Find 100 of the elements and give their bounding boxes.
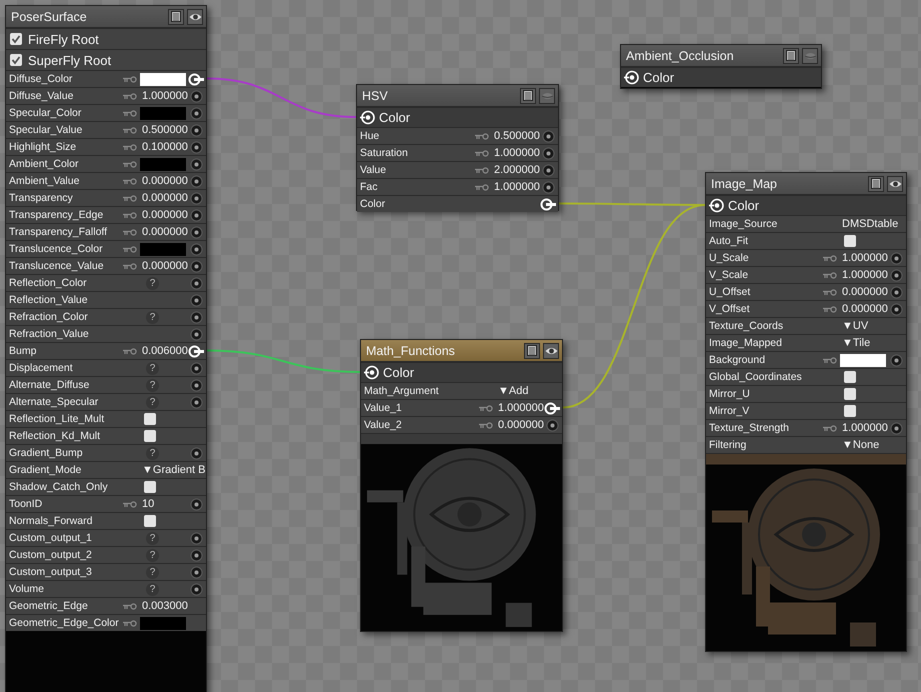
socket-icon[interactable] <box>188 124 204 136</box>
socket-icon[interactable] <box>188 378 204 392</box>
socket-icon[interactable] <box>188 294 204 306</box>
color-swatch[interactable] <box>140 616 186 630</box>
node-panel[interactable]: Math_Functions Color Math_Argument ▼Add Value_1 1.000000 Value_2 0.000000 <box>360 339 563 632</box>
socket-icon[interactable] <box>188 362 204 374</box>
checkbox[interactable] <box>10 54 22 66</box>
dropdown[interactable]: ▼None <box>840 439 880 451</box>
parameter-value[interactable]: 0.000000 <box>840 286 888 298</box>
parameter-value[interactable]: 1.000000 <box>840 422 888 434</box>
node-panel[interactable] <box>705 172 907 652</box>
socket-icon[interactable] <box>540 146 556 160</box>
node-panel[interactable]: HSV Color Hue 0.500000 Saturation 1.000000 Value 2.000000 Fac 1.000000 Color <box>356 84 559 211</box>
target-icon[interactable] <box>624 70 639 85</box>
parameter-value[interactable]: 0.000000 <box>140 226 188 238</box>
socket-icon[interactable] <box>188 396 204 408</box>
node-header[interactable]: HSV <box>357 85 558 107</box>
checkbox[interactable] <box>144 430 156 442</box>
socket-icon[interactable] <box>544 402 560 414</box>
preview-toggle[interactable] <box>539 88 555 104</box>
options-button[interactable] <box>524 342 540 358</box>
menu-icon[interactable] <box>523 90 533 101</box>
parameter-value[interactable]: 1.000000 <box>492 181 540 193</box>
socket-icon[interactable] <box>544 418 560 432</box>
parameter-value[interactable]: 0.500000 <box>140 124 188 136</box>
parameter-value[interactable]: 0.000000 <box>140 192 188 204</box>
socket-icon[interactable] <box>188 192 204 204</box>
checkbox[interactable] <box>844 405 856 417</box>
socket-icon[interactable] <box>188 328 204 340</box>
color-swatch[interactable] <box>140 158 186 170</box>
socket-icon[interactable] <box>188 208 204 222</box>
socket-icon[interactable] <box>188 582 204 596</box>
dropdown[interactable]: ▼Gradient B <box>140 464 206 476</box>
checkbox[interactable] <box>844 235 856 247</box>
dropdown[interactable]: ▼Tile <box>840 337 870 349</box>
socket-icon[interactable] <box>540 180 556 194</box>
socket-icon[interactable] <box>540 164 556 176</box>
menu-icon[interactable] <box>871 178 881 189</box>
parameter-value[interactable]: 10 <box>140 498 154 510</box>
color-swatch[interactable] <box>140 242 186 256</box>
color-swatch[interactable] <box>140 106 186 120</box>
socket-icon[interactable] <box>188 260 204 272</box>
socket-icon[interactable] <box>188 344 204 358</box>
preview-toggle[interactable] <box>187 8 203 24</box>
dropdown[interactable]: ▼UV <box>840 320 868 332</box>
options-button[interactable] <box>168 8 184 24</box>
node-header[interactable]: Image_Map <box>706 173 906 195</box>
menu-icon[interactable] <box>786 50 796 61</box>
socket-icon[interactable] <box>188 140 204 154</box>
options-button[interactable] <box>520 88 536 104</box>
parameter-value[interactable]: 1.000000 <box>140 90 188 102</box>
socket-icon[interactable] <box>888 422 904 434</box>
socket-icon[interactable] <box>188 532 204 544</box>
eye-icon[interactable] <box>888 178 902 188</box>
socket-icon[interactable] <box>540 130 556 142</box>
color-swatch[interactable] <box>140 72 186 86</box>
checkbox[interactable] <box>144 413 156 425</box>
checkbox[interactable] <box>10 33 22 45</box>
socket-icon[interactable] <box>188 174 204 188</box>
socket-icon[interactable] <box>188 158 204 170</box>
parameter-value[interactable]: 0.500000 <box>492 130 540 142</box>
socket-icon[interactable] <box>188 106 204 120</box>
node-header[interactable]: Math_Functions <box>361 340 562 362</box>
parameter-value[interactable]: 0.000000 <box>840 303 888 315</box>
socket-icon[interactable] <box>188 226 204 238</box>
target-icon[interactable] <box>364 365 379 380</box>
checkbox[interactable] <box>844 388 856 400</box>
node-header[interactable]: PoserSurface <box>6 6 206 28</box>
parameter-value[interactable]: 0.100000 <box>140 141 188 153</box>
socket-icon[interactable] <box>888 354 904 366</box>
menu-icon[interactable] <box>171 11 181 22</box>
target-icon[interactable] <box>360 110 375 125</box>
socket-icon[interactable] <box>188 446 204 460</box>
socket-icon[interactable] <box>188 242 204 256</box>
color-swatch[interactable] <box>840 354 886 366</box>
node-panel[interactable]: Ambient_Occlusion Color <box>620 44 822 89</box>
preview-toggle[interactable] <box>543 342 559 358</box>
eye-icon[interactable] <box>544 346 558 356</box>
node-panel[interactable] <box>5 5 207 692</box>
socket-icon[interactable] <box>188 72 204 86</box>
socket-icon[interactable] <box>888 252 904 264</box>
parameter-value[interactable]: 1.000000 <box>492 147 540 159</box>
socket-icon[interactable] <box>188 566 204 578</box>
parameter-value[interactable]: 0.000000 <box>496 419 544 431</box>
socket-icon[interactable] <box>188 276 204 290</box>
socket-icon[interactable] <box>188 310 204 324</box>
eye-icon[interactable] <box>188 12 202 22</box>
parameter-value[interactable]: 0.006000 <box>140 345 188 357</box>
socket-icon[interactable] <box>888 268 904 282</box>
parameter-value[interactable]: 1.000000 <box>496 402 544 414</box>
parameter-value[interactable]: 1.000000 <box>840 269 888 281</box>
parameter-value[interactable]: 0.003000 <box>140 600 188 612</box>
options-button[interactable] <box>868 176 884 192</box>
target-icon[interactable] <box>709 198 724 213</box>
socket-icon[interactable] <box>188 498 204 510</box>
parameter-value[interactable]: 2.000000 <box>492 164 540 176</box>
parameter-value[interactable]: 1.000000 <box>840 252 888 264</box>
preview-toggle[interactable] <box>887 176 903 192</box>
checkbox[interactable] <box>844 371 856 383</box>
socket-icon[interactable] <box>888 302 904 316</box>
